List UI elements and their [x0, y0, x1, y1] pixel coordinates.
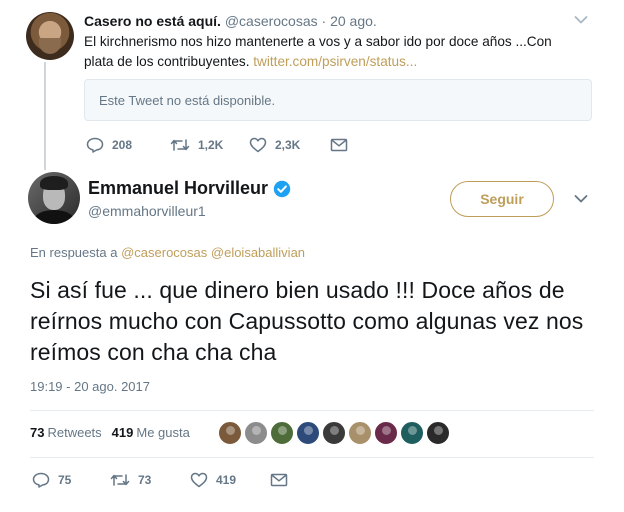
tweet-text: El kirchnerismo nos hizo mantenerte a vo…	[84, 32, 584, 72]
heart-icon	[249, 137, 267, 153]
reply-button[interactable]: 208	[86, 137, 170, 153]
divider	[30, 457, 594, 458]
author-handle[interactable]: @caserocosas	[225, 13, 318, 29]
divider	[30, 410, 594, 411]
reply-count: 208	[112, 138, 133, 152]
liker-avatar[interactable]	[244, 421, 268, 445]
tweet-date[interactable]: 20 ago.	[330, 13, 377, 29]
liker-avatars	[218, 421, 452, 445]
retweet-count: 1,2K	[198, 138, 224, 152]
like-count: 2,3K	[275, 138, 301, 152]
tweet-stats: 73 Retweets 419 Me gusta	[30, 425, 190, 440]
direct-message-button[interactable]	[330, 138, 348, 152]
avatar-body-shape	[34, 210, 74, 224]
parent-tweet-header: Casero no está aquí. @caserocosas · 20 a…	[84, 12, 377, 30]
likes-label: Me gusta	[136, 425, 190, 440]
avatar[interactable]	[28, 172, 80, 224]
replying-to: En respuesta a @caserocosas @eloisaballi…	[30, 245, 305, 260]
liker-avatar[interactable]	[270, 421, 294, 445]
reply-icon	[32, 472, 50, 488]
reply-icon	[86, 137, 104, 153]
like-count: 419	[216, 473, 237, 487]
parent-tweet[interactable]: Casero no está aquí. @caserocosas · 20 a…	[0, 0, 624, 170]
retweet-icon	[170, 137, 190, 153]
header-separator: ·	[321, 13, 327, 29]
liker-avatar[interactable]	[400, 421, 424, 445]
liker-avatar[interactable]	[296, 421, 320, 445]
avatar-hair-shape	[40, 176, 68, 190]
reply-prefix: En respuesta a	[30, 245, 118, 260]
author-name[interactable]: Emmanuel Horvilleur	[88, 178, 268, 199]
follow-button[interactable]: Seguir	[450, 181, 554, 217]
reply-mention-link[interactable]: @eloisaballivian	[211, 245, 305, 260]
like-total: 419	[111, 425, 134, 440]
envelope-icon	[330, 138, 348, 152]
avatar-beard-shape	[39, 38, 61, 54]
likes-stat[interactable]: 419 Me gusta	[112, 425, 190, 440]
author-name-row: Emmanuel Horvilleur	[88, 178, 291, 199]
quoted-tweet-unavailable: Este Tweet no está disponible.	[84, 79, 592, 121]
liker-avatar[interactable]	[322, 421, 346, 445]
chevron-down-icon[interactable]	[574, 194, 588, 204]
chevron-down-icon[interactable]	[574, 15, 588, 25]
thread-connector-line	[44, 62, 46, 170]
verified-badge-icon	[273, 180, 291, 198]
liker-avatar[interactable]	[426, 421, 450, 445]
heart-icon	[190, 472, 208, 488]
retweet-total: 73	[30, 425, 45, 440]
tweet-timestamp[interactable]: 19:19 - 20 ago. 2017	[30, 379, 150, 394]
tweet-text: Si así fue ... que dinero bien usado !!!…	[30, 277, 584, 365]
retweets-stat[interactable]: 73 Retweets	[30, 425, 102, 440]
retweet-button[interactable]: 1,2K	[170, 137, 249, 153]
author-handle[interactable]: @emmahorvilleur1	[88, 203, 206, 219]
reply-mention-link[interactable]: @caserocosas	[121, 245, 207, 260]
reply-button[interactable]: 75	[32, 472, 110, 488]
reply-count: 75	[58, 473, 72, 487]
author-name[interactable]: Casero no está aquí.	[84, 13, 221, 29]
like-button[interactable]: 419	[190, 472, 270, 488]
liker-avatar[interactable]	[374, 421, 398, 445]
retweet-button[interactable]: 73	[110, 472, 190, 488]
retweets-label: Retweets	[47, 425, 102, 440]
retweet-icon	[110, 472, 130, 488]
tweet-link[interactable]: twitter.com/psirven/status...	[253, 54, 417, 69]
liker-avatar[interactable]	[218, 421, 242, 445]
envelope-icon	[270, 473, 288, 487]
retweet-count: 73	[138, 473, 152, 487]
parent-tweet-actions: 208 1,2K 2,3K	[86, 137, 348, 153]
direct-message-button[interactable]	[270, 473, 288, 487]
avatar[interactable]	[26, 12, 74, 60]
main-tweet-actions: 75 73 419	[32, 472, 288, 488]
like-button[interactable]: 2,3K	[249, 137, 330, 153]
liker-avatar[interactable]	[348, 421, 372, 445]
